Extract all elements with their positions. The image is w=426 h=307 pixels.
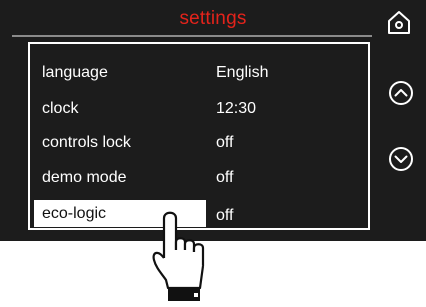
chevron-up-circle-icon xyxy=(389,81,413,105)
settings-row-controls-lock[interactable]: controls lock off xyxy=(30,128,368,160)
scroll-down-button[interactable] xyxy=(388,146,414,172)
settings-list: language English clock 12:30 controls lo… xyxy=(28,42,370,230)
setting-value: off xyxy=(216,169,234,186)
pointing-hand-icon xyxy=(150,210,214,307)
setting-value: 12:30 xyxy=(216,100,257,117)
setting-label: controls lock xyxy=(42,134,131,151)
settings-row-clock[interactable]: clock 12:30 xyxy=(30,94,368,126)
chevron-down-circle-icon xyxy=(389,147,413,171)
settings-row-demo-mode[interactable]: demo mode off xyxy=(30,163,368,195)
setting-label: language xyxy=(42,64,108,81)
page-title: settings xyxy=(179,8,247,29)
setting-label: demo mode xyxy=(42,169,127,186)
title-divider xyxy=(12,35,372,37)
home-icon xyxy=(388,11,410,34)
settings-screen: settings language English clock 12:30 co… xyxy=(0,0,426,241)
settings-row-language[interactable]: language English xyxy=(30,58,368,90)
setting-value: off xyxy=(216,134,234,151)
setting-label: eco-logic xyxy=(42,205,107,222)
home-button[interactable] xyxy=(386,9,412,35)
setting-value: off xyxy=(216,207,234,224)
scroll-up-button[interactable] xyxy=(388,80,414,106)
setting-label: clock xyxy=(42,100,79,117)
setting-value: English xyxy=(216,64,269,81)
